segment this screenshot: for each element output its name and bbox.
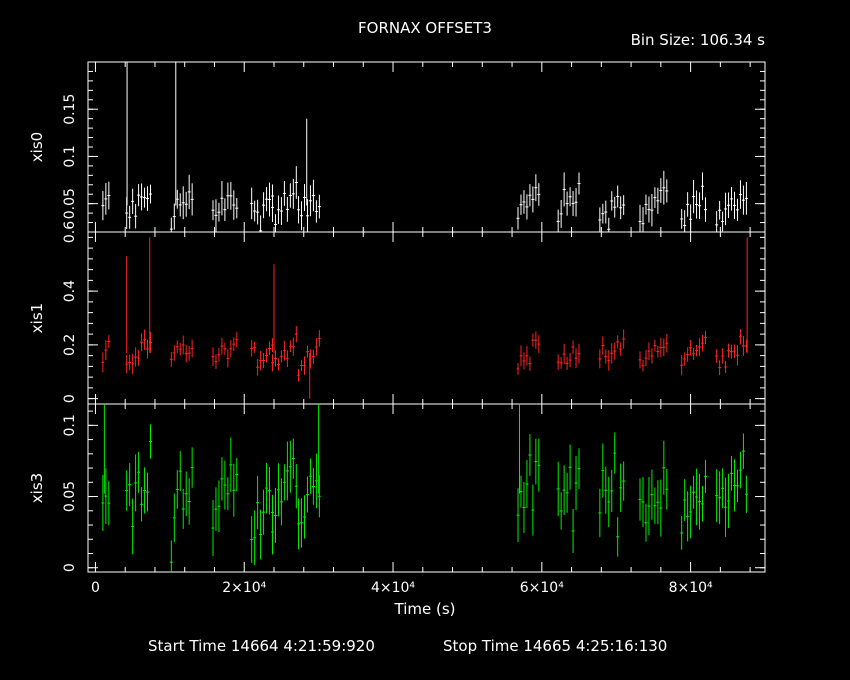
x-tick-label: 0 [91, 580, 100, 596]
panel-xis1: 0 0.2 0.4 xis1 [28, 231, 766, 405]
x-tick-label: 4×10⁴ [371, 580, 415, 596]
y-tick-label: 0 [62, 563, 78, 572]
series-xis0 [101, 62, 748, 232]
panel-name: xis3 [28, 473, 46, 503]
series-xis1 [101, 237, 748, 399]
start-time-label: Start Time 14664 4:21:59:920 [148, 637, 375, 655]
y-tick-label: 0.1 [62, 414, 78, 436]
x-axis-label: Time (s) [394, 600, 456, 618]
panel-name: xis0 [28, 132, 46, 162]
x-tick-label: 2×10⁴ [222, 580, 266, 596]
lightcurve-plot: FORNAX OFFSET3 Bin Size: 106.34 s 0.050.… [28, 19, 766, 655]
series-xis3 [101, 404, 748, 572]
panel-name: xis1 [28, 303, 46, 333]
x-tick-label: 6×10⁴ [520, 580, 564, 596]
y-tick-label: 0.05 [62, 188, 78, 219]
panels: 0.05 0.1 0.15 0.6 xis0 0 0.2 0.4 xis1 0 0.05 0.1 xis… [28, 61, 766, 573]
stop-time-label: Stop Time 14665 4:25:16:130 [443, 637, 667, 655]
chart-title: FORNAX OFFSET3 [358, 19, 492, 37]
y-tick-label: 0.2 [62, 334, 78, 356]
panel-xis3: 0 0.05 0.1 xis3 [28, 403, 766, 573]
panel-frame [87, 231, 766, 405]
y-tick-label: 0.4 [62, 280, 78, 302]
panel-xis0: 0.05 0.1 0.15 0.6 xis0 [28, 61, 766, 243]
y-tick-label: 0.05 [62, 481, 78, 512]
y-tick-label: 0.15 [62, 94, 78, 125]
x-axis: 0 2×10⁴ 4×10⁴ 6×10⁴ 8×10⁴ [91, 580, 713, 596]
y-tick-label: 0 [62, 394, 78, 403]
y-tick-label: 0.1 [62, 145, 78, 167]
x-tick-label: 8×10⁴ [669, 580, 713, 596]
bin-size-label: Bin Size: 106.34 s [631, 31, 766, 49]
y-tick-label: 0.6 [62, 221, 78, 243]
